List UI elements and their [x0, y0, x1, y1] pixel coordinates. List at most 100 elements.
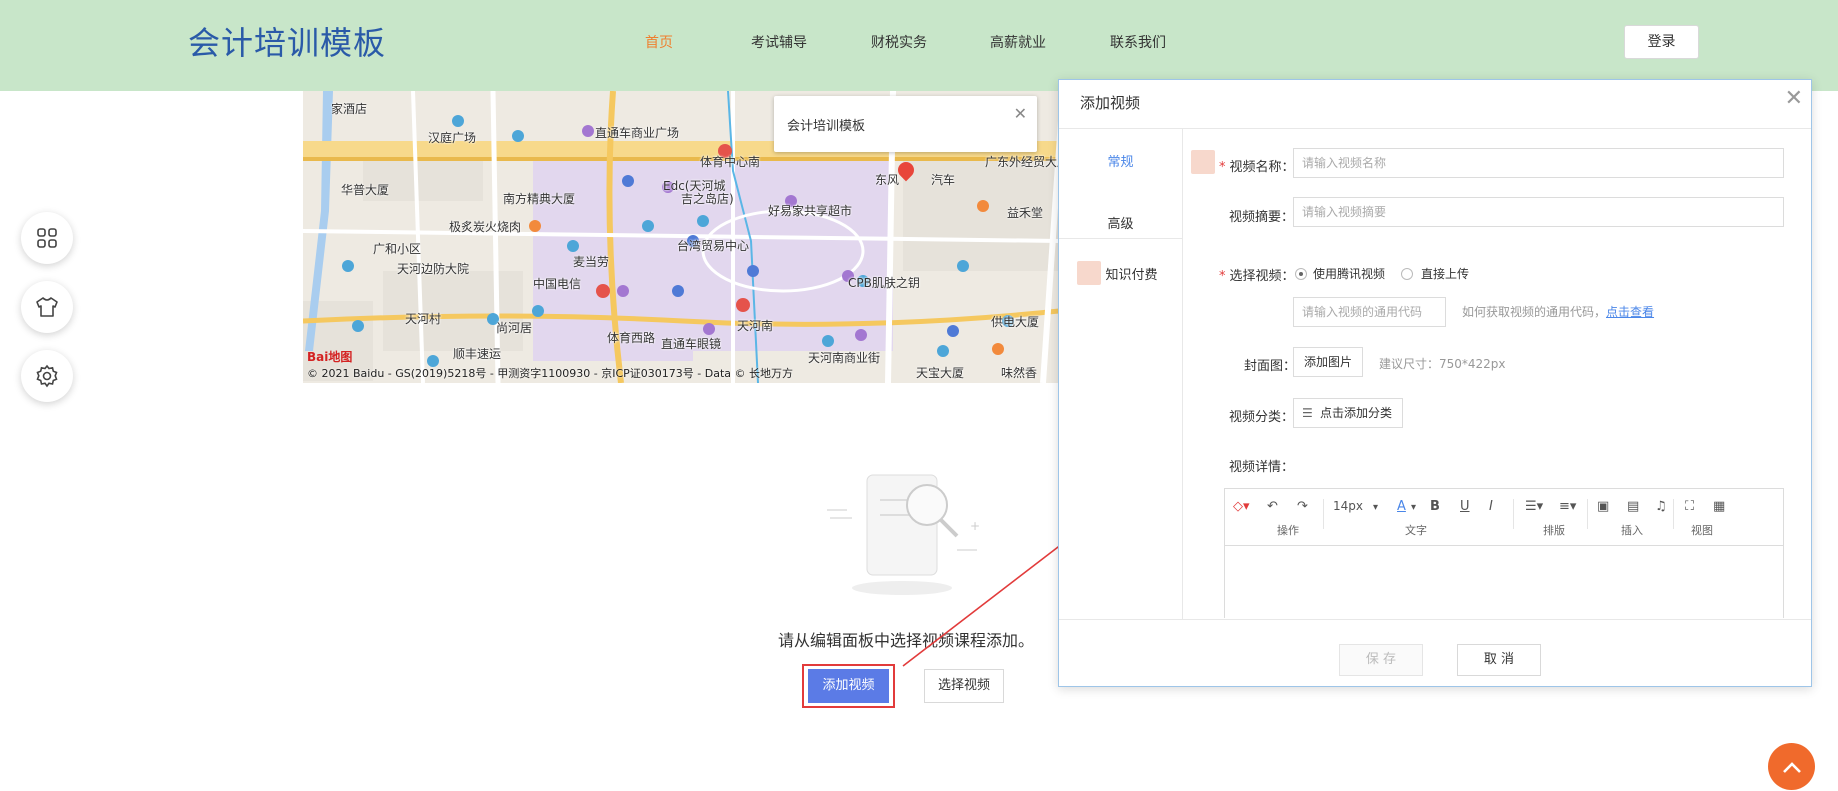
view-help-link[interactable]: 点击查看 [1606, 305, 1654, 319]
chevron-down-icon: ▾ [1373, 502, 1379, 513]
blurred-icon [1191, 150, 1215, 174]
map-label: 家酒店 [331, 102, 368, 116]
toolbar-group-label: 排版 [1543, 524, 1565, 537]
video-code-input[interactable]: 请输入视频的通用代码 [1293, 297, 1446, 327]
choose-video-button[interactable]: 选择视频 [924, 669, 1004, 703]
map-label: 天河南商业街 [808, 351, 881, 365]
divider [1513, 499, 1514, 529]
cover-label: 封面图： [1244, 359, 1297, 374]
nav-item-high-salary-jobs[interactable]: 高薪就业 [990, 32, 1046, 52]
chevron-down-icon: ▾ [1411, 502, 1417, 513]
bold-icon[interactable]: B [1430, 499, 1440, 514]
eraser-icon[interactable]: ◇▾ [1233, 499, 1250, 514]
font-size-select[interactable]: 14px [1333, 499, 1363, 513]
map-label: 尚河居 [496, 321, 533, 335]
top-navbar: 会计培训模板 首页 考试辅导 财税实务 高薪就业 联系我们 登录 [0, 0, 1838, 91]
map-label: 中国电信 [533, 277, 582, 291]
map-copyright: © 2021 Baidu - GS(2019)5218号 - 甲测资字11009… [307, 367, 794, 380]
music-icon[interactable]: ♫ [1655, 499, 1667, 514]
divider [1059, 238, 1182, 239]
map-label: 体育西路 [607, 331, 656, 345]
tab-paid-knowledge[interactable]: 知识付费 [1059, 264, 1182, 283]
add-video-dialog: 添加视频 ✕ 常规 高级 知识付费 * 视频名称： 请输入视频名称 视频摘要： 请… [1058, 79, 1812, 687]
select-video-label: * 选择视频： [1219, 269, 1295, 284]
html-view-icon[interactable]: ▦ [1713, 499, 1725, 514]
editor-toolbar: ◇▾ ↶ ↷ 操作 14px ▾ A ▾ B U I 文字 ☰▾ ≡▾ 排版 ▣… [1225, 489, 1783, 546]
video-summary-label: 视频摘要： [1229, 210, 1295, 225]
map-label: 广东外经贸大厦 [985, 155, 1059, 169]
map-label: 体育中心南 [700, 155, 761, 169]
nav-item-tax-practice[interactable]: 财税实务 [871, 32, 927, 52]
indent-icon[interactable]: ≡▾ [1559, 499, 1576, 514]
undo-icon[interactable]: ↶ [1267, 499, 1278, 514]
divider [1673, 499, 1674, 529]
fullscreen-icon[interactable]: ⛶ [1685, 499, 1694, 514]
map-label: 天河边防大院 [397, 262, 470, 276]
map-label: 东风 [875, 173, 900, 187]
map-label: 南方精典大厦 [503, 192, 576, 206]
rich-text-editor[interactable]: ◇▾ ↶ ↷ 操作 14px ▾ A ▾ B U I 文字 ☰▾ ≡▾ 排版 ▣… [1224, 488, 1784, 618]
italic-icon[interactable]: I [1489, 499, 1493, 514]
tab-advanced[interactable]: 高级 [1059, 213, 1182, 232]
map-label: 极炙炭火烧肉 [449, 220, 522, 234]
map-label: 直通车商业广场 [595, 126, 680, 140]
add-category-label: 点击添加分类 [1320, 406, 1393, 420]
video-name-label: * 视频名称： [1219, 160, 1295, 175]
save-button[interactable]: 保 存 [1339, 644, 1423, 676]
video-insert-icon[interactable]: ▤ [1627, 499, 1639, 514]
option-tencent-label: 使用腾讯视频 [1313, 267, 1386, 281]
divider [1587, 499, 1588, 529]
shirt-icon[interactable] [21, 281, 73, 333]
add-category-button[interactable]: ☰ 点击添加分类 [1293, 398, 1404, 428]
video-summary-input[interactable]: 请输入视频摘要 [1293, 197, 1784, 227]
divider [1059, 619, 1811, 620]
dialog-title: 添加视频 [1080, 94, 1141, 112]
category-label: 视频分类： [1229, 410, 1295, 425]
video-name-input[interactable]: 请输入视频名称 [1293, 148, 1784, 178]
map-label: 顺丰速运 [453, 347, 502, 361]
site-brand[interactable]: 会计培训模板 [188, 18, 386, 64]
chevron-up-icon [1782, 761, 1801, 773]
empty-state-message: 请从编辑面板中选择视频课程添加。 [778, 631, 1035, 650]
list-icon: ☰ [1302, 406, 1313, 420]
toolbar-group-label: 视图 [1691, 524, 1713, 537]
cancel-button[interactable]: 取 消 [1457, 644, 1541, 676]
redo-icon[interactable]: ↷ [1297, 499, 1308, 514]
align-icon[interactable]: ☰▾ [1525, 499, 1543, 514]
map-label: 吉之岛店) [681, 192, 734, 206]
map-label: CPB肌肤之钥 [848, 276, 920, 290]
underline-icon[interactable]: U [1460, 499, 1470, 514]
map-info-popup: 会计培训模板 ✕ [774, 96, 1037, 152]
apps-grid-icon[interactable] [21, 212, 73, 264]
map-label: 味然香 [1001, 366, 1038, 380]
nav-item-home[interactable]: 首页 [645, 32, 673, 52]
tab-general[interactable]: 常规 [1059, 151, 1182, 170]
map-label: 麦当劳 [573, 255, 610, 269]
toolbar-group-label: 文字 [1405, 524, 1427, 537]
radio-tencent-video[interactable] [1295, 268, 1307, 280]
settings-gear-icon[interactable] [21, 350, 73, 402]
toolbar-group-label: 插入 [1621, 524, 1643, 537]
add-video-button[interactable]: 添加视频 [808, 669, 889, 703]
login-button[interactable]: 登录 [1624, 25, 1699, 59]
map-label: 天河村 [405, 312, 442, 326]
empty-state-illustration: + [827, 474, 980, 595]
nav-item-contact-us[interactable]: 联系我们 [1110, 32, 1166, 52]
popup-title: 会计培训模板 [787, 119, 866, 134]
add-image-button[interactable]: 添加图片 [1293, 347, 1364, 377]
dialog-side-tabs: 常规 高级 知识付费 [1059, 129, 1183, 619]
map-label: 台湾贸易中心 [677, 239, 750, 253]
close-icon[interactable]: ✕ [1785, 86, 1803, 111]
map-label: 华普大厦 [341, 183, 390, 197]
radio-direct-upload[interactable] [1401, 268, 1413, 280]
option-upload-label: 直接上传 [1421, 267, 1470, 281]
font-color-icon[interactable]: A [1397, 499, 1406, 514]
map-label: 供电大厦 [991, 315, 1040, 329]
svg-text:+: + [970, 519, 980, 533]
toolbar-group-label: 操作 [1277, 524, 1299, 537]
map-label: 广和小区 [373, 242, 422, 256]
close-icon[interactable]: ✕ [1014, 104, 1027, 123]
image-icon[interactable]: ▣ [1597, 499, 1609, 514]
scroll-to-top-button[interactable] [1768, 743, 1815, 790]
nav-item-exam-tutoring[interactable]: 考试辅导 [751, 32, 807, 52]
